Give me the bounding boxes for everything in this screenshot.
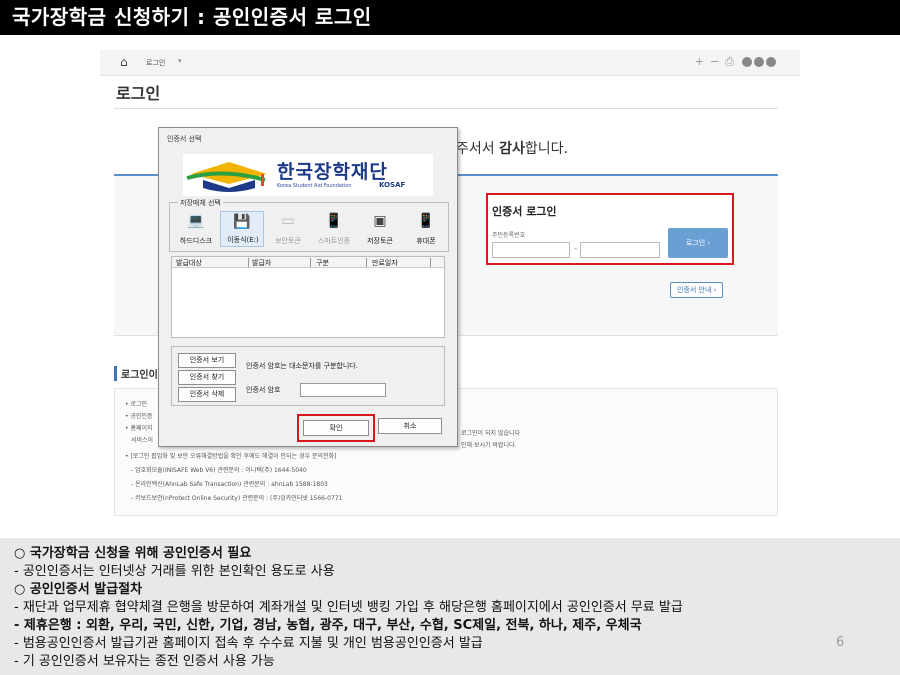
cert-actions-box: 인증서 보기 인증서 찾기 인증서 삭제 인증서 암호는 대소문자를 구분합니다… bbox=[171, 346, 445, 406]
media-label: 보안토큰 bbox=[275, 237, 301, 245]
media-option[interactable]: ▣ 저장토큰 bbox=[358, 211, 402, 247]
chevron-down-icon[interactable]: ▾ bbox=[178, 57, 182, 65]
brand-acronym: KOSAF bbox=[379, 181, 406, 189]
delete-cert-button[interactable]: 인증서 삭제 bbox=[178, 387, 236, 402]
info-line: - 온라인백신(AhnLab Safe Transaction) 관련문의 : … bbox=[131, 481, 328, 488]
storage-token-icon: ▣ bbox=[373, 213, 387, 229]
cert-login-title: 인증서 로그인 bbox=[492, 205, 557, 218]
reg-number-back-input[interactable] bbox=[580, 242, 660, 258]
col-expiry[interactable]: 만료일자 bbox=[372, 258, 398, 268]
print-icon[interactable]: ⎙ bbox=[725, 55, 740, 68]
col-type[interactable]: 구분 bbox=[316, 258, 329, 268]
info-line: - 키보드보안(nProtect Online Security) 관련문의 :… bbox=[131, 495, 343, 502]
page-title: 로그인 bbox=[116, 84, 161, 103]
toolbar-icons: +−⎙ bbox=[695, 55, 776, 69]
media-option[interactable]: 💾 이동식(E:) bbox=[220, 211, 264, 247]
info-line: • 공인인증 bbox=[125, 413, 153, 420]
note-line: - 제휴은행 : 외환, 우리, 국민, 신한, 기업, 경남, 농협, 광주,… bbox=[14, 618, 642, 633]
info-line: • 로그인 bbox=[125, 401, 148, 408]
graduation-cap-icon bbox=[186, 162, 267, 192]
kosaf-logo: 한국장학재단 Korea Student Aid Foundation KOSA… bbox=[183, 154, 433, 196]
login-button[interactable]: 로그인 › bbox=[668, 228, 728, 258]
home-icon[interactable]: ⌂ bbox=[120, 55, 128, 69]
removable-disk-icon: 💾 bbox=[233, 214, 251, 230]
password-label: 인증서 암호 bbox=[246, 386, 281, 394]
smart-auth-icon: 📱 bbox=[325, 213, 343, 229]
slide: 국가장학금 신청하기 : 공인인증서 로그인 ⌂ 로그인 ▾ +−⎙ 로그인 주… bbox=[0, 0, 900, 675]
share-facebook-icon[interactable] bbox=[742, 57, 752, 67]
media-option: 📱 스마트인증 bbox=[312, 211, 356, 247]
media-label: 저장토큰 bbox=[367, 237, 393, 245]
dialog-title: 인증서 선택 bbox=[167, 135, 202, 143]
cancel-button[interactable]: 취소 bbox=[378, 418, 442, 434]
password-note: 인증서 암호는 대소문자를 구분합니다. bbox=[246, 362, 358, 370]
zoom-out-icon[interactable]: − bbox=[710, 55, 725, 68]
media-option: ▭ 보안토큰 bbox=[266, 211, 310, 247]
info-line: 서비스이 bbox=[131, 437, 154, 444]
password-input[interactable] bbox=[300, 383, 386, 397]
hard-disk-icon: 💻 bbox=[187, 213, 205, 229]
media-option[interactable]: 💻 하드디스크 bbox=[174, 211, 218, 247]
browser-toolbar: ⌂ 로그인 ▾ +−⎙ bbox=[100, 50, 800, 76]
col-subject[interactable]: 발급대상 bbox=[176, 258, 202, 268]
column-separator bbox=[310, 258, 311, 267]
section-title: 로그인이 bbox=[114, 366, 158, 381]
info-line: • 홈페이지 bbox=[125, 425, 153, 432]
ok-button[interactable]: 확인 bbox=[303, 420, 369, 436]
col-issuer[interactable]: 발급자 bbox=[252, 258, 271, 268]
info-line: 로그인이 되지 않습니다 bbox=[461, 430, 521, 437]
security-token-icon: ▭ bbox=[281, 213, 295, 229]
cert-list-header: 발급대상 발급자 구분 만료일자 bbox=[172, 257, 444, 268]
reg-number-front-input[interactable] bbox=[492, 242, 570, 258]
brand-subtitle: Korea Student Aid Foundation bbox=[277, 183, 352, 189]
column-separator bbox=[430, 258, 431, 267]
reg-number-dash: - bbox=[574, 244, 578, 254]
notes-area: ○ 국가장학금 신청을 위해 공인인증서 필요 - 공인인증서는 인터넷상 거래… bbox=[0, 538, 900, 675]
cert-select-dialog: 인증서 선택 한국장학재단 Korea Student Aid Foundati… bbox=[158, 127, 458, 447]
storage-label: 저장매체 선택 bbox=[178, 198, 223, 208]
note-line: - 범용공인인증서 발급기관 홈페이지 접속 후 수수료 지불 및 개인 범용공… bbox=[14, 636, 483, 651]
reg-number-label: 주민등록번호 bbox=[492, 232, 526, 239]
info-line: • [로그인 팝업화 및 보안 오류해결방법을 확인 후에도 해결이 안되는 경… bbox=[125, 453, 337, 460]
cert-guide-button[interactable]: 인증서 안내 › bbox=[670, 282, 724, 298]
info-line: 인해 보시기 바랍니다. bbox=[461, 442, 517, 449]
view-cert-button[interactable]: 인증서 보기 bbox=[178, 353, 236, 368]
zoom-in-icon[interactable]: + bbox=[695, 55, 710, 68]
note-line: - 재단과 업무제휴 협약체결 은행을 방문하여 계좌개설 및 인터넷 뱅킹 가… bbox=[14, 600, 683, 615]
share-twitter-icon[interactable] bbox=[754, 57, 764, 67]
divider bbox=[114, 108, 778, 109]
storage-media-group: 저장매체 선택 💻 하드디스크 💾 이동식(E:) ▭ 보안토큰 📱 스마트인증 ▣ 저장토큰 📱 휴… bbox=[169, 198, 449, 252]
ok-highlight: 확인 bbox=[297, 414, 375, 442]
info-line: - 암호화모듈(INISAFE Web V6) 관련문의 : 이니텍(주) 16… bbox=[131, 467, 307, 474]
mobile-phone-icon: 📱 bbox=[417, 213, 435, 229]
media-label: 이동식(E:) bbox=[227, 236, 259, 244]
column-separator bbox=[366, 258, 367, 267]
slide-title: 국가장학금 신청하기 : 공인인증서 로그인 bbox=[0, 0, 900, 35]
media-label: 스마트인증 bbox=[317, 237, 351, 245]
thanks-text: 주서서 감사합니다. bbox=[456, 141, 568, 157]
note-line: - 기 공인인증서 보유자는 종전 인증서 사용 가능 bbox=[14, 654, 275, 669]
media-label: 하드디스크 bbox=[179, 237, 213, 245]
cert-login-box: 인증서 로그인 주민등록번호 - 로그인 › bbox=[486, 193, 734, 265]
media-label: 휴대폰 bbox=[416, 237, 436, 245]
page-number: 6 bbox=[836, 635, 845, 650]
note-line: ○ 국가장학금 신청을 위해 공인인증서 필요 bbox=[14, 546, 252, 561]
breadcrumb[interactable]: 로그인 bbox=[146, 58, 165, 68]
find-cert-button[interactable]: 인증서 찾기 bbox=[178, 370, 236, 385]
share-link-icon[interactable] bbox=[766, 57, 776, 67]
note-line: ○ 공인인증서 발급절차 bbox=[14, 582, 143, 597]
media-option[interactable]: 📱 휴대폰 bbox=[404, 211, 448, 247]
note-line: - 공인인증서는 인터넷상 거래를 위한 본인확인 용도로 사용 bbox=[14, 564, 335, 579]
brand-name: 한국장학재단 bbox=[277, 161, 388, 183]
column-separator bbox=[248, 258, 249, 267]
cert-list[interactable]: 발급대상 발급자 구분 만료일자 bbox=[171, 256, 445, 338]
